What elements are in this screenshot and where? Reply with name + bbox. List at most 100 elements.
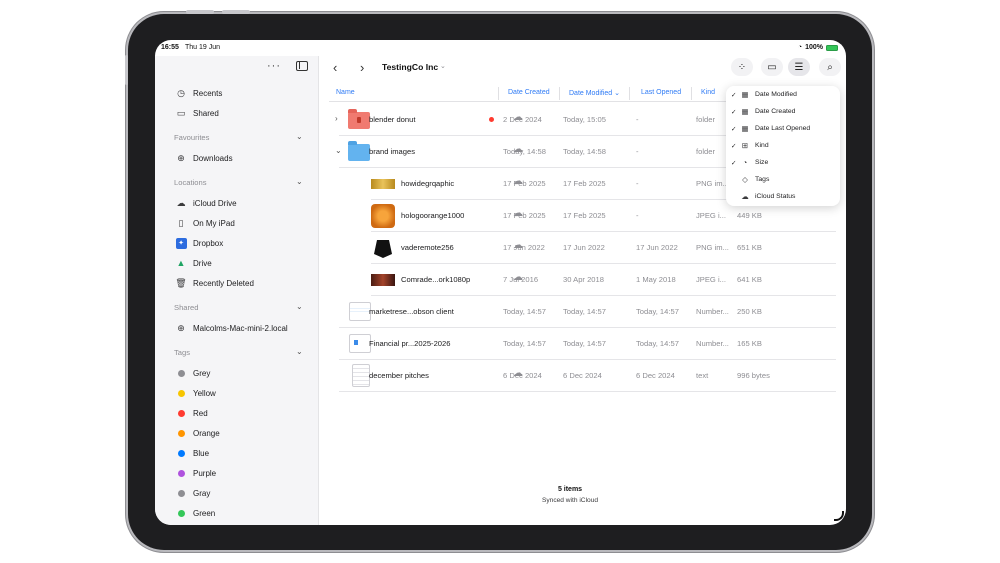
menu-item-label: Date Created [755,108,796,115]
sidebar-item-label: Gray [193,488,211,498]
menu-item-kind[interactable]: ✓ ⊞ Kind [726,138,840,154]
status-right: ◔ 100% [798,44,838,51]
sidebar-tag-gray[interactable]: Gray [175,486,210,500]
grid-group-icon: ⁘ [737,61,747,73]
sidebar-item-dropbox[interactable]: ✦ Dropbox [175,236,223,250]
last-opened-cell: - [636,179,639,188]
column-last-opened[interactable]: Last Opened [641,89,681,96]
kind-cell: PNG im... [696,243,729,252]
file-name: vaderemote256 [401,243,454,252]
icloud-icon: ☁ [176,197,186,208]
size-cell: 641 KB [737,275,762,284]
file-name: hologoorange1000 [401,211,465,220]
kind-cell: PNG im... [696,179,729,188]
more-options-button[interactable]: ··· [267,60,281,72]
sidebar-tag-green[interactable]: Green [175,506,215,520]
chevron-down-icon[interactable]: ⌄ [296,347,303,356]
menu-item-label: Size [755,159,769,166]
sidebar-tag-blue[interactable]: Blue [175,446,209,460]
sidebar-item-label: iCloud Drive [193,198,237,208]
volume-button [186,10,214,14]
date-created-cell: 7 Jul 2016 [503,275,539,284]
tag-dot-icon [175,387,187,399]
chevron-right-icon[interactable]: › [335,114,338,123]
image-thumbnail [371,274,395,286]
sidebar-item-label: Recently Deleted [193,278,254,288]
size-cell: 165 KB [737,339,762,348]
last-opened-cell: Today, 14:57 [636,307,679,316]
sidebar-item-label: On My iPad [193,218,235,228]
last-opened-cell: 1 May 2018 [636,275,676,284]
column-kind[interactable]: Kind [701,89,715,96]
new-folder-button[interactable]: ▭ [761,58,783,76]
sidebar-item-shared[interactable]: ▭ Shared [175,106,219,120]
folder-icon [348,109,370,129]
menu-item-date-last-opened[interactable]: ✓ ▦ Date Last Opened [726,121,840,137]
sidebar-toggle-icon[interactable] [296,61,308,71]
date-modified-cell: Today, 14:57 [563,339,606,348]
document-icon [349,334,371,353]
date-modified-cell: Today, 15:05 [563,115,606,124]
sidebar: ··· ◷ Recents ▭ Shared Favourites ⌄ ⊕ Do… [155,56,319,525]
sidebar-tag-purple[interactable]: Purple [175,466,216,480]
sidebar-item-label: Downloads [193,153,233,163]
group-view-button[interactable]: ⁘ [731,58,753,76]
menu-item-tags[interactable]: ◇ Tags [726,172,840,188]
list-view-button[interactable]: ☰ [788,58,810,76]
sidebar-item-downloads[interactable]: ⊕ Downloads [175,151,233,165]
image-thumbnail [374,240,392,258]
chevron-down-icon[interactable]: ⌄ [440,62,446,70]
kind-cell: folder [696,115,715,124]
sidebar-tag-grey[interactable]: Grey [175,366,210,380]
size-cell: 449 KB [737,211,762,220]
sidebar-item-recently-deleted[interactable]: 🗑 Recently Deleted [175,276,254,290]
column-name[interactable]: Name [336,89,355,96]
table-row[interactable]: marketrese...obson client Today, 14:57 Tod… [319,296,846,328]
sidebar-item-label: Green [193,508,216,518]
status-time: 16:55 [161,44,179,51]
size-cell: 651 KB [737,243,762,252]
file-name: Comrade...ork1080p [401,275,471,284]
table-row[interactable]: vaderemote256 ☁ 17 Jun 2022 17 Jun 2022 17 J… [319,232,846,264]
sync-status: Synced with iCloud [541,497,599,504]
tag-dot-icon [175,407,187,419]
menu-item-size[interactable]: ✓ ◔ Size [726,155,840,171]
tag-dot-icon [175,507,187,519]
menu-item-date-modified[interactable]: ✓ ▦ Date Modified [726,87,840,103]
menu-item-date-created[interactable]: ✓ ▦ Date Created [726,104,840,120]
row-divider [339,391,836,392]
table-row[interactable]: Financial pr...2025-2026 Today, 14:57 Toda… [319,328,846,360]
table-row[interactable]: Comrade...ork1080p ☁ 7 Jul 2016 30 Apr 2018… [319,264,846,296]
column-date-created[interactable]: Date Created [508,89,550,96]
table-row[interactable]: december pitches ☁ 6 Dec 2024 6 Dec 2024 6 D… [319,360,846,392]
column-date-modified-label: Date Modified [569,90,613,97]
chevron-down-icon[interactable]: ⌄ [296,177,303,186]
sidebar-tag-red[interactable]: Red [175,406,208,420]
menu-item-icloud-status[interactable]: ☁ iCloud Status [726,189,840,205]
sidebar-item-label: Drive [193,258,212,268]
sidebar-tag-orange[interactable]: Orange [175,426,220,440]
date-modified-cell: Today, 14:58 [563,147,606,156]
kind-cell: JPEG i... [696,211,726,220]
column-date-modified[interactable]: Date Modified ⌄ [569,89,620,97]
sidebar-item-on-my-ipad[interactable]: ▯ On My iPad [175,216,235,230]
sidebar-item-mac-mini[interactable]: ⊕ Malcolms-Mac-mini-2.local [175,321,287,335]
chevron-down-icon[interactable]: ⌄ [335,146,342,155]
chevron-down-icon[interactable]: ⌄ [296,132,303,141]
folder-title[interactable]: TestingCo Inc [382,62,438,72]
file-name: howidegrqaphic [401,179,455,188]
section-favourites-title: Favourites [174,133,210,142]
folder-plus-icon: ▭ [767,61,777,73]
last-opened-cell: - [636,211,639,220]
forward-button[interactable]: › [360,60,364,75]
battery-percent: 100% [805,44,823,51]
sidebar-item-icloud-drive[interactable]: ☁ iCloud Drive [175,196,237,210]
menu-item-label: Date Last Opened [755,125,811,132]
tag-dot-icon [175,467,187,479]
back-button[interactable]: ‹ [333,60,337,75]
search-button[interactable]: ⌕ [819,58,841,76]
chevron-down-icon[interactable]: ⌄ [296,302,303,311]
sidebar-item-recents[interactable]: ◷ Recents [175,86,222,100]
sidebar-item-drive[interactable]: ▲ Drive [175,256,212,270]
sidebar-tag-yellow[interactable]: Yellow [175,386,216,400]
